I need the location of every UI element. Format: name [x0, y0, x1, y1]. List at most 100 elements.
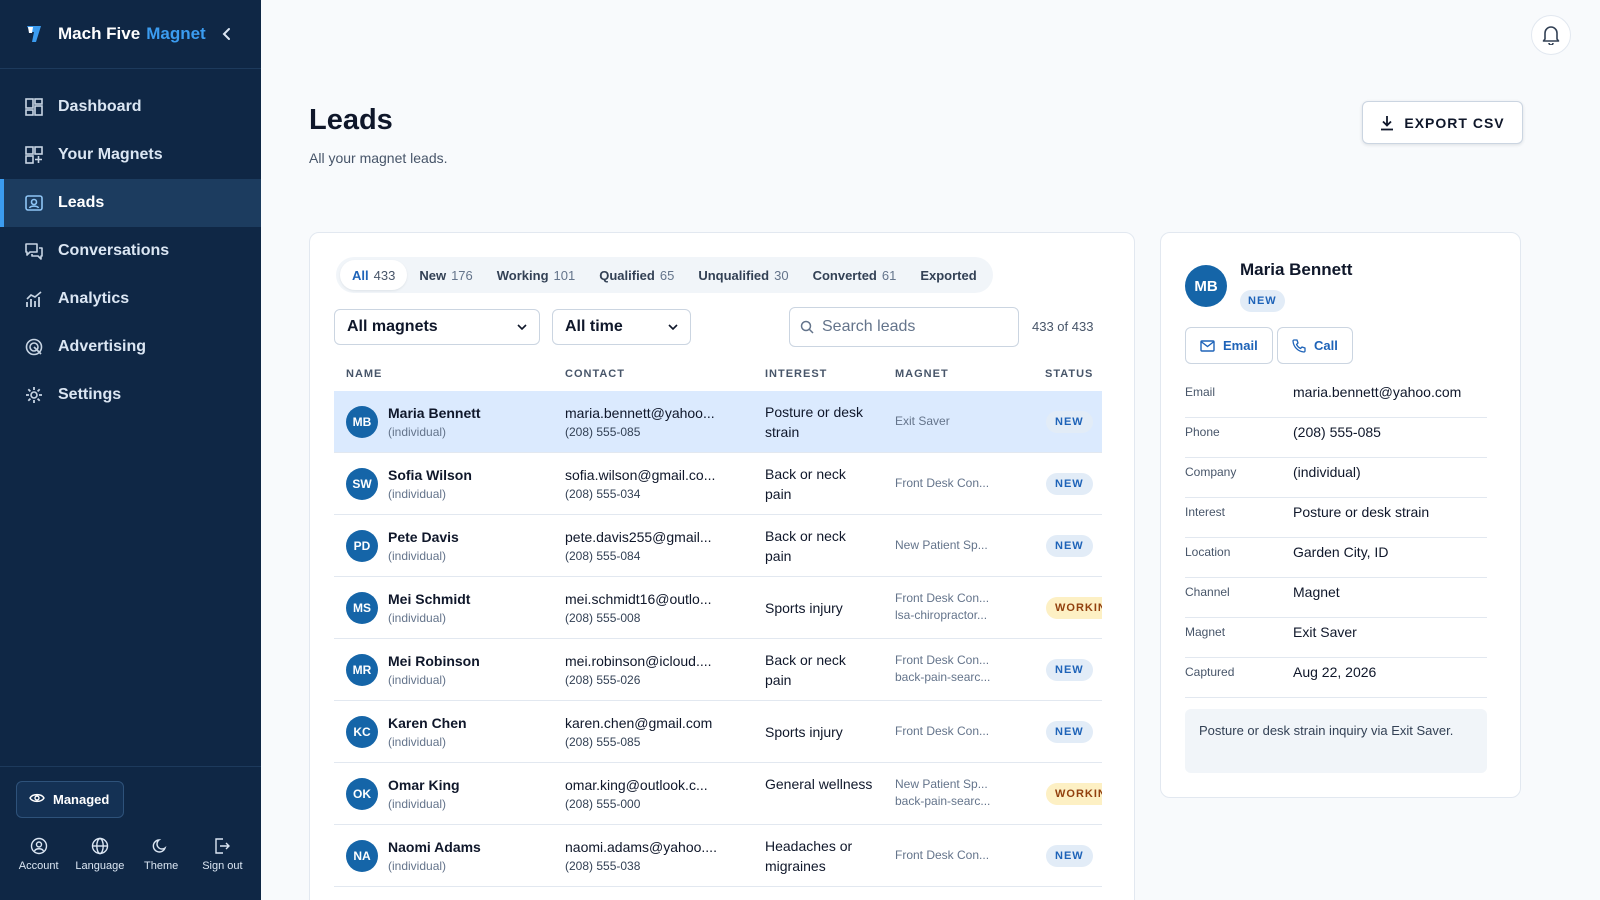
phone-icon — [1292, 338, 1306, 353]
tab-count: 61 — [881, 267, 897, 283]
sidebar-item-label: Leads — [58, 194, 105, 211]
chevron-down-icon — [517, 324, 527, 330]
magnet-filter-select[interactable]: All magnets — [334, 309, 540, 345]
field-label: Interest — [1185, 505, 1226, 519]
field-value: maria.bennett@yahoo.com — [1293, 384, 1462, 400]
lead-interest: Sports injury — [765, 600, 843, 616]
lead-phone: (208) 555-085 — [565, 735, 641, 749]
table-row[interactable]: MS Mei Schmidt (individual) mei.schmidt16@o… — [334, 577, 1102, 639]
tab-all[interactable]: All 433 — [340, 260, 408, 290]
sidebar-item-advertising[interactable]: Advertising — [0, 323, 261, 371]
sign-out-label: Sign out — [202, 860, 243, 872]
column-header-status: STATUS — [1045, 368, 1094, 380]
field-value: Exit Saver — [1293, 624, 1357, 640]
account-button[interactable]: Account — [10, 837, 68, 872]
lead-company: (individual) — [388, 549, 447, 563]
tab-label: Working — [496, 267, 549, 283]
tab-label: Qualified — [599, 267, 655, 283]
chevron-down-icon — [668, 324, 678, 330]
lead-magnet: Exit Saver — [895, 414, 950, 428]
language-button[interactable]: Language — [71, 837, 129, 872]
lead-name: Pete Davis — [388, 529, 459, 545]
avatar: MS — [346, 592, 378, 624]
magnets-icon — [24, 145, 44, 165]
tab-exported[interactable]: Exported — [908, 260, 988, 290]
sidebar-item-conversations[interactable]: Conversations — [0, 227, 261, 275]
export-csv-button[interactable]: EXPORT CSV — [1362, 101, 1523, 144]
detail-field-phone: Phone (208) 555-085 — [1185, 418, 1487, 458]
avatar: NA — [346, 840, 378, 872]
table-row[interactable]: MB Maria Bennett (individual) maria.bennett… — [334, 391, 1102, 453]
table-body: MB Maria Bennett (individual) maria.bennett… — [334, 391, 1102, 900]
call-button-label: Call — [1314, 338, 1338, 353]
lead-company: (individual) — [388, 797, 447, 811]
table-row[interactable]: KC Karen Chen (individual) karen.chen@gmail… — [334, 701, 1102, 763]
notifications-button[interactable] — [1531, 15, 1571, 55]
sidebar-item-label: Settings — [58, 386, 122, 403]
tab-count: 176 — [451, 267, 473, 283]
detail-field-email: Email maria.bennett@yahoo.com — [1185, 378, 1487, 418]
avatar: MR — [346, 654, 378, 686]
tab-working[interactable]: Working 101 — [485, 260, 587, 290]
tab-converted[interactable]: Converted 61 — [801, 260, 909, 290]
table-row[interactable]: NA Naomi Adams (individual) naomi.adams@yah… — [334, 825, 1102, 887]
field-value: (individual) — [1293, 464, 1361, 480]
tab-unqualified[interactable]: Unqualified 30 — [686, 260, 800, 290]
table-row[interactable]: SW Sofia Wilson (individual) sofia.wilson@g… — [334, 453, 1102, 515]
download-icon — [1381, 115, 1394, 130]
lead-email: naomi.adams@yahoo.... — [565, 839, 717, 855]
tab-count: 30 — [774, 267, 789, 283]
sidebar-item-dashboard[interactable]: Dashboard — [0, 83, 261, 131]
settings-icon — [24, 385, 44, 405]
tab-qualified[interactable]: Qualified 65 — [587, 260, 686, 290]
theme-button[interactable]: Theme — [132, 837, 190, 872]
brand-name: Mach Five — [58, 24, 141, 43]
field-label: Email — [1185, 385, 1216, 399]
lead-magnet: New Patient Sp... — [895, 538, 988, 552]
chevron-left-icon — [222, 28, 230, 40]
lead-magnet-source: back-pain-searc... — [895, 670, 991, 684]
table-row[interactable]: PD Pete Davis (individual) pete.davis255@gm… — [334, 515, 1102, 577]
call-button[interactable]: Call — [1277, 327, 1353, 364]
tab-label: Exported — [920, 267, 977, 283]
field-value: Garden City, ID — [1293, 544, 1389, 560]
lead-detail-panel: MB Maria Bennett NEW Email Call Email mar… — [1160, 232, 1521, 798]
time-filter-select[interactable]: All time — [552, 309, 691, 345]
lead-magnet: Front Desk Con... — [895, 653, 990, 667]
sidebar-item-leads[interactable]: Leads — [0, 179, 261, 227]
lead-company: (individual) — [388, 487, 447, 501]
sign-out-button[interactable]: Sign out — [193, 837, 251, 872]
managed-button[interactable]: Managed — [16, 781, 124, 818]
search-icon — [800, 320, 814, 334]
sidebar-item-settings[interactable]: Settings — [0, 371, 261, 419]
lead-magnet-source: back-pain-searc... — [895, 794, 991, 808]
lead-name: Mei Robinson — [388, 653, 480, 669]
tab-label: Converted — [812, 267, 877, 283]
theme-label: Theme — [144, 860, 179, 872]
sidebar-item-analytics[interactable]: Analytics — [0, 275, 261, 323]
logo-icon — [24, 24, 44, 44]
sidebar-item-your-magnets[interactable]: Your Magnets — [0, 131, 261, 179]
tab-new[interactable]: New 176 — [407, 260, 484, 290]
detail-field-channel: Channel Magnet — [1185, 578, 1487, 618]
field-label: Captured — [1185, 665, 1235, 679]
detail-field-captured: Captured Aug 22, 2026 — [1185, 658, 1487, 698]
email-button-label: Email — [1223, 338, 1258, 353]
status-badge: NEW — [1240, 290, 1285, 312]
collapse-sidebar-button[interactable] — [217, 24, 237, 44]
sidebar-item-label: Conversations — [58, 242, 170, 259]
eye-icon — [29, 791, 45, 809]
table-row[interactable]: MR Mei Robinson (individual) mei.robinson@i… — [334, 639, 1102, 701]
lead-company: (individual) — [388, 735, 447, 749]
status-badge: NEW — [1046, 845, 1093, 867]
detail-field-interest: Interest Posture or desk strain — [1185, 498, 1487, 538]
lead-email: karen.chen@gmail.com — [565, 715, 713, 731]
sidebar-item-label: Advertising — [58, 338, 147, 355]
field-value: Posture or desk strain — [1293, 504, 1430, 520]
status-badge: NEW — [1046, 721, 1093, 743]
account-actions: Account Language Theme Sign out — [8, 837, 253, 872]
table-row[interactable]: OK Omar King (individual) omar.king@outlook… — [334, 763, 1102, 825]
sign-out-icon — [215, 838, 231, 854]
email-button[interactable]: Email — [1185, 327, 1273, 364]
search-input[interactable] — [822, 318, 1002, 336]
